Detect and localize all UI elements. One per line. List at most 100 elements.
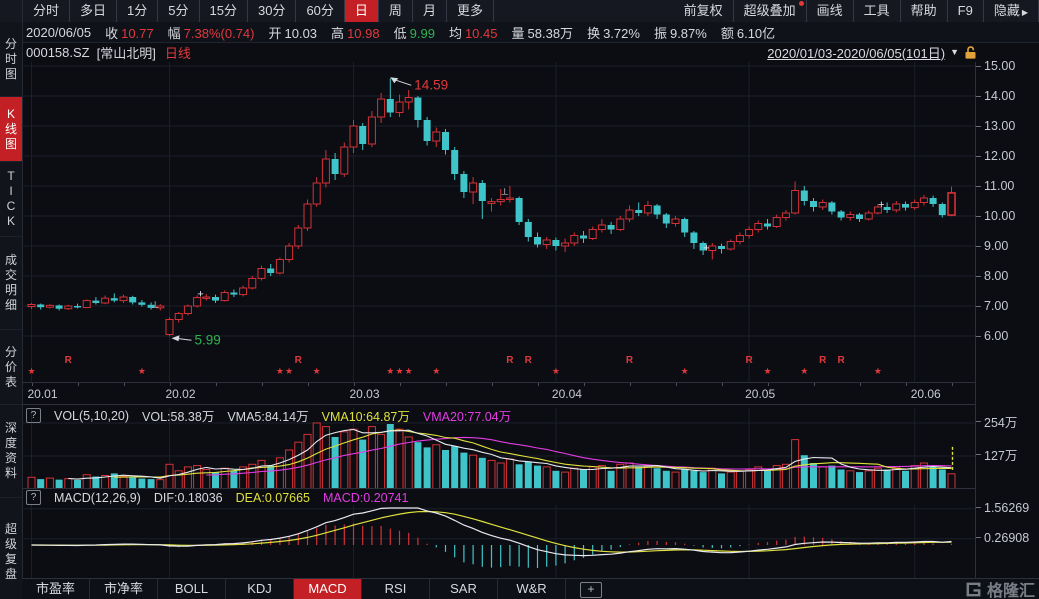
svg-text:⊥: ⊥ (151, 299, 159, 309)
menu-item-30min[interactable]: 30分 (248, 0, 296, 22)
tab-wr[interactable]: W&R (498, 579, 566, 599)
menu-item-60min[interactable]: 60分 (296, 0, 344, 22)
quote-amount-value: 6.10亿 (737, 26, 775, 41)
svg-text:R: R (295, 355, 303, 366)
x-minor-tick (216, 383, 217, 386)
dif-value: DIF:0.18036 (154, 491, 223, 505)
price-tick: 15.00 (976, 58, 1015, 74)
macd-panel[interactable]: ? MACD(12,26,9) DIF:0.18036 DEA:0.07665 … (22, 488, 975, 579)
x-minor-tick (860, 383, 861, 386)
menu-item-weekly[interactable]: 周 (379, 0, 413, 22)
svg-text:5.99: 5.99 (195, 332, 221, 347)
tab-macd[interactable]: MACD (294, 579, 362, 599)
tab-pe[interactable]: 市盈率 (22, 579, 90, 599)
quote-low-label: 低 (394, 26, 407, 41)
menu-item-help[interactable]: 帮助 (901, 0, 948, 22)
price-chart[interactable]: ★R★⊥+★★R★★★★★R⊥R★R★+R★★RR★+14.595.99 (22, 62, 975, 382)
menu-item-forward-adjust[interactable]: 前复权 (674, 0, 734, 22)
x-minor-tick (906, 383, 907, 386)
menu-item-5min[interactable]: 5分 (158, 0, 199, 22)
menu-item-multi-day[interactable]: 多日 (70, 0, 117, 22)
x-axis-label: 20.03 (350, 387, 380, 401)
vma10-value: VMA10:64.87万 (322, 406, 410, 425)
tab-pb[interactable]: 市净率 (90, 579, 158, 599)
svg-text:★: ★ (874, 366, 882, 376)
x-minor-tick (814, 383, 815, 386)
quote-close-value: 10.77 (121, 26, 154, 41)
quote-turnover-rate-value: 3.72% (603, 26, 640, 41)
tab-kdj[interactable]: KDJ (226, 579, 294, 599)
sidebar-item-kline-chart[interactable]: K 线 图 (0, 97, 22, 162)
right-axis: 15.0014.0013.0012.0011.0010.009.008.007.… (975, 62, 1039, 578)
x-minor-tick (308, 383, 309, 386)
menu-item-more[interactable]: 更多 (447, 0, 494, 22)
svg-text:R: R (745, 355, 753, 366)
quote-volume-value: 58.38万 (528, 26, 574, 41)
svg-text:★: ★ (395, 366, 403, 376)
x-axis-label: 20.05 (745, 387, 775, 401)
menu-item-hide[interactable]: 隐藏▶ (984, 0, 1039, 22)
x-axis: 20.0120.0220.0320.0420.0520.06 (22, 382, 975, 405)
macd-header: ? MACD(12,26,9) DIF:0.18036 DEA:0.07665 … (26, 490, 408, 505)
svg-text:R: R (525, 355, 533, 366)
volume-tick: 127万 (976, 447, 1017, 463)
menu-item-daily[interactable]: 日 (345, 0, 379, 22)
svg-text:★: ★ (800, 366, 808, 376)
menu-item-draw-line[interactable]: 画线 (807, 0, 854, 22)
svg-text:★: ★ (552, 366, 560, 376)
x-minor-tick (170, 383, 171, 386)
menu-item-timeshare[interactable]: 分时 (23, 0, 70, 22)
menu-item-monthly[interactable]: 月 (413, 0, 447, 22)
vma5-value: VMA5:84.14万 (227, 406, 308, 425)
price-tick: 14.00 (976, 88, 1015, 104)
tab-rsi[interactable]: RSI (362, 579, 430, 599)
dea-value: DEA:0.07665 (236, 491, 310, 505)
price-tick: 8.00 (976, 268, 1008, 284)
menu-item-super-overlay[interactable]: 超级叠加 (734, 0, 807, 22)
svg-text:★: ★ (405, 366, 413, 376)
sidebar-item-timeshare-chart[interactable]: 分 时 图 (0, 22, 22, 97)
sidebar-item-tick[interactable]: T I C K (0, 162, 22, 237)
macd-tick: 1.56269 (976, 500, 1029, 516)
candlestick-svg: ★R★⊥+★★R★★★★★R⊥R★R★+R★★RR★+14.595.99 (22, 62, 975, 382)
sidebar-item-depth-info[interactable]: 深 度 资 料 (0, 405, 22, 498)
date-range-link[interactable]: 2020/01/03-2020/06/05(101日) (767, 43, 945, 62)
help-icon[interactable]: ? (26, 490, 41, 505)
sidebar-item-super-review[interactable]: 超 级 复 盘 (0, 498, 22, 599)
quote-amplitude: 振9.87% (654, 26, 707, 41)
quote-low: 低9.99 (394, 26, 435, 41)
quote-avg-value: 10.45 (465, 26, 498, 41)
svg-text:★: ★ (276, 366, 284, 376)
help-icon[interactable]: ? (26, 408, 41, 423)
menu-item-1min[interactable]: 1分 (117, 0, 158, 22)
brand-logo: 格隆汇 (964, 579, 1035, 599)
sidebar-item-trade-detail[interactable]: 成 交 明 细 (0, 237, 22, 330)
volume-tick: 254万 (976, 414, 1017, 430)
tab-boll[interactable]: BOLL (158, 579, 226, 599)
x-minor-tick (538, 383, 539, 386)
quote-avg-label: 均 (449, 26, 462, 41)
chevron-down-icon[interactable]: ▼ (950, 47, 959, 57)
quote-amplitude-value: 9.87% (670, 26, 707, 41)
svg-text:+: + (197, 288, 203, 300)
menu-item-15min[interactable]: 15分 (200, 0, 248, 22)
add-indicator-button[interactable]: + (580, 582, 602, 598)
price-tick: 9.00 (976, 238, 1008, 254)
svg-text:★: ★ (285, 366, 293, 376)
x-minor-tick (630, 383, 631, 386)
arrow-right-icon: ▶ (1022, 8, 1028, 17)
volume-panel[interactable]: ? VOL(5,10,20) VOL:58.38万 VMA5:84.14万 VM… (22, 404, 975, 489)
x-axis-label: 20.01 (28, 387, 58, 401)
price-tick: 11.00 (976, 178, 1014, 194)
tab-sar[interactable]: SAR (430, 579, 498, 599)
x-minor-tick (446, 383, 447, 386)
quote-close-label: 收 (105, 26, 118, 41)
menu-item-tools[interactable]: 工具 (854, 0, 901, 22)
sidebar-item-price-table[interactable]: 分 价 表 (0, 330, 22, 405)
menu-item-f9[interactable]: F9 (948, 0, 984, 22)
svg-text:★: ★ (138, 366, 146, 376)
quote-date: 2020/06/05 (26, 25, 91, 40)
price-tick: 6.00 (976, 328, 1008, 344)
quote-open-label: 开 (268, 26, 281, 41)
menu-corner (0, 0, 23, 22)
